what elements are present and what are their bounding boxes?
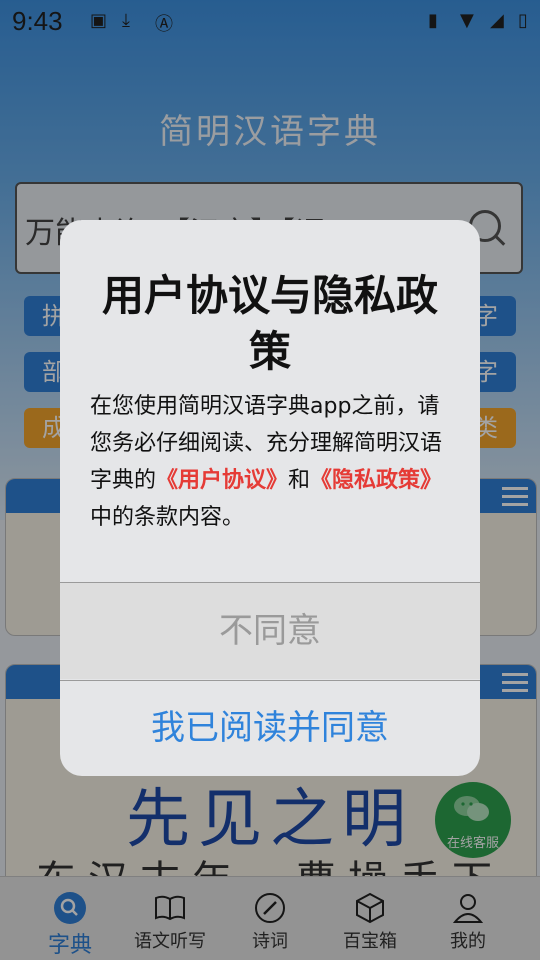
dialog-body: 在您使用简明汉语字典app之前，请您务必仔细阅读、充分理解简明汉语字典的《用户协… [90,388,452,536]
dialog-body-suffix: 中的条款内容。 [90,505,245,530]
app-screen: 9:43 ▣ ⤓ Ⓐ ▮ ▼ ◢ ▯ 简明汉语字典 万能查询：【汉字】【词 拼 … [0,0,540,960]
privacy-policy-link[interactable]: 《隐私政策》 [310,468,442,493]
user-agreement-link[interactable]: 《用户协议》 [156,468,288,493]
dialog-body-and: 和 [288,468,311,493]
privacy-dialog: 用户协议与隐私政策 在您使用简明汉语字典app之前，请您务必仔细阅读、充分理解简… [60,220,480,776]
agree-button[interactable]: 我已阅读并同意 [60,681,480,776]
disagree-button[interactable]: 不同意 [60,583,480,679]
dialog-title: 用户协议与隐私政策 [101,271,438,376]
